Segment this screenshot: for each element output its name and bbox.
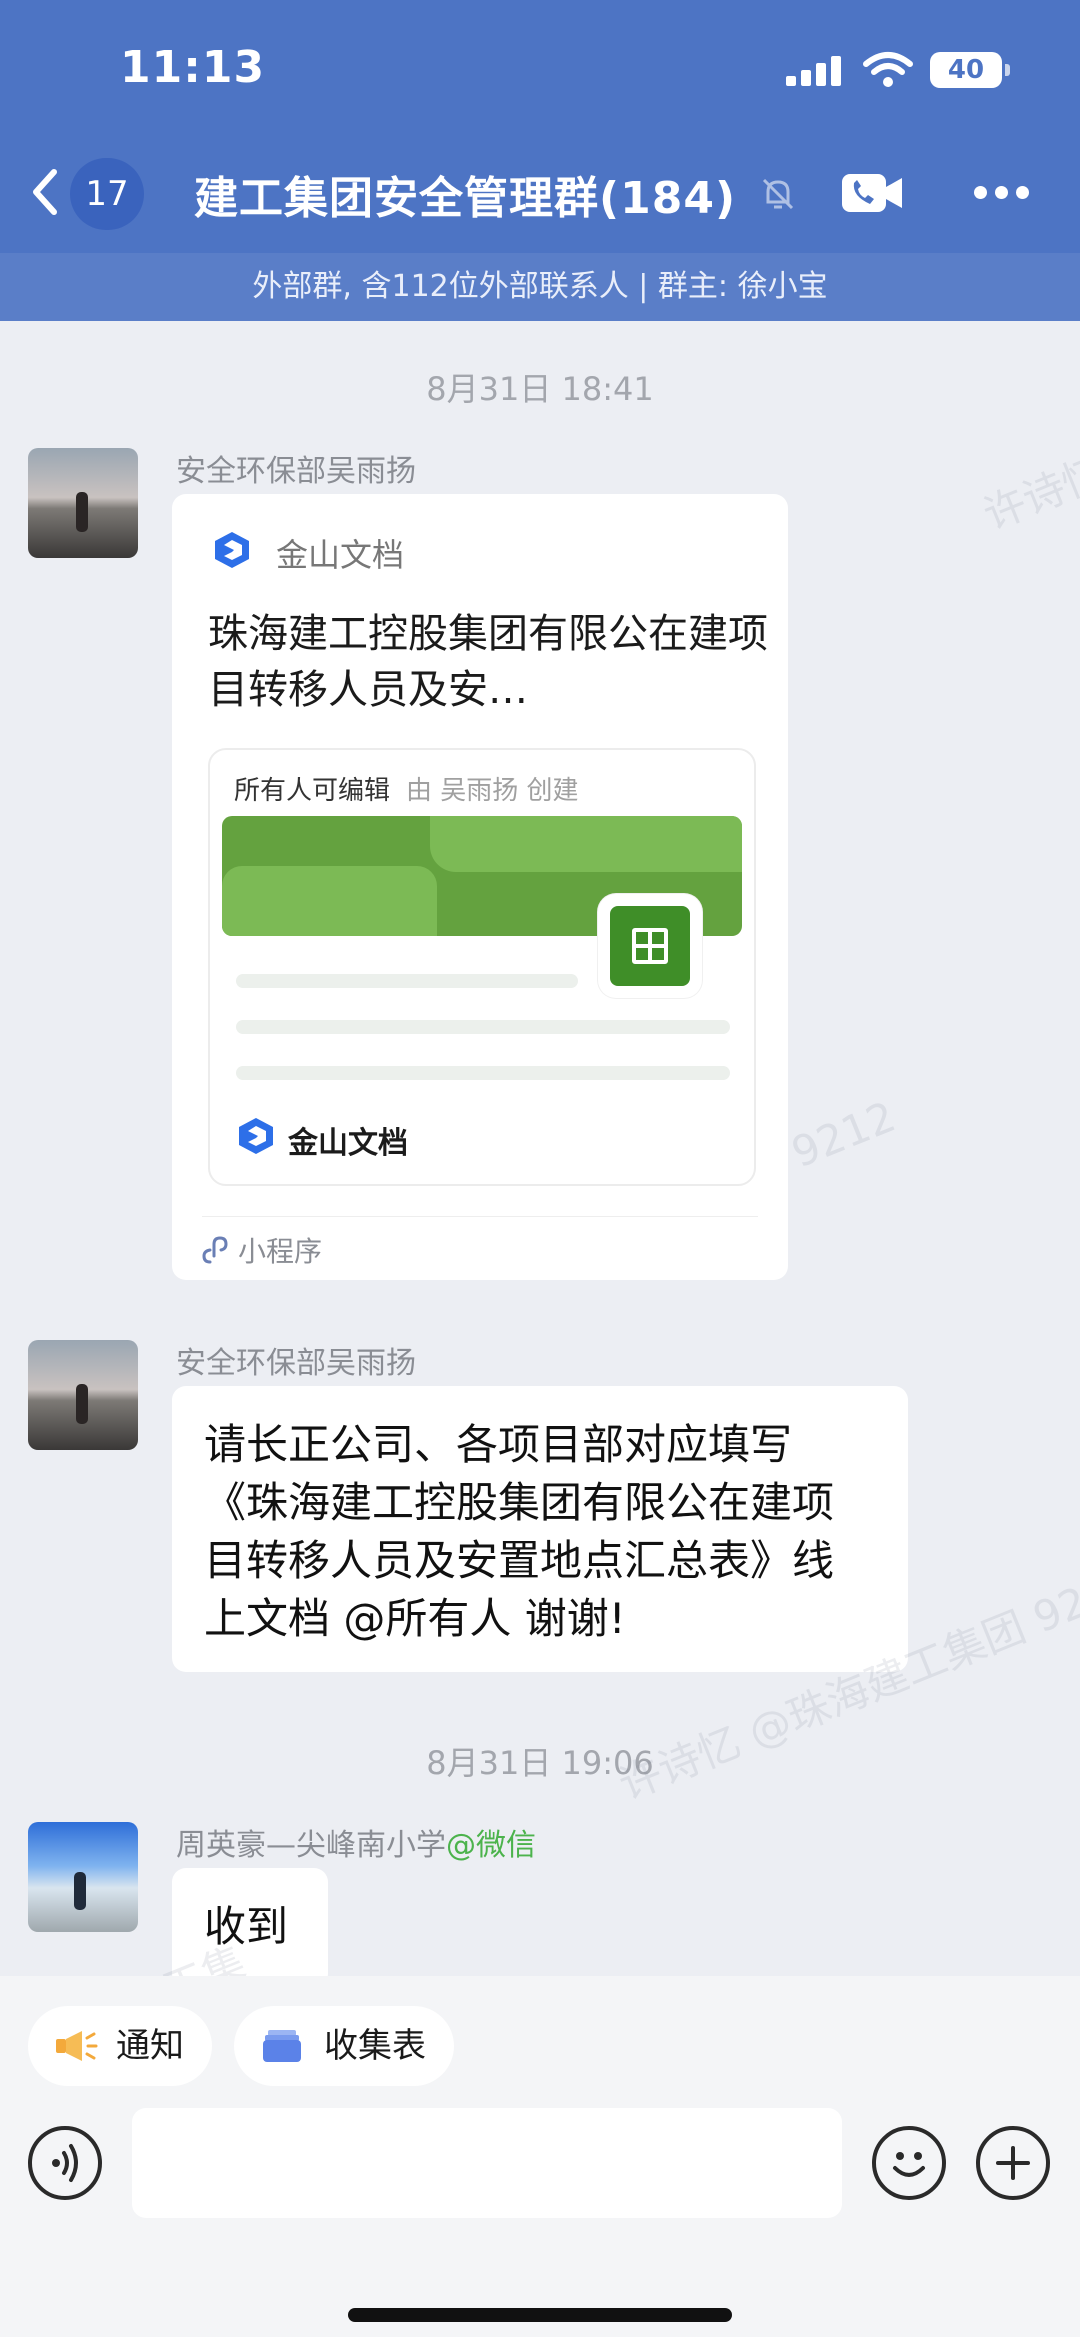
message-text: 收到: [204, 1902, 289, 1951]
more-options-icon[interactable]: [974, 186, 1030, 202]
group-title[interactable]: 建工集团安全管理群(184): [194, 162, 736, 226]
voice-video-call-icon[interactable]: [840, 170, 906, 216]
placeholder-line: [236, 974, 578, 988]
mini-program-icon: [202, 1236, 228, 1264]
home-indicator[interactable]: [348, 2308, 732, 2322]
sender-name: 周英豪—尖峰南小学@微信: [176, 1820, 536, 1864]
battery-icon: 40: [930, 52, 1010, 88]
notice-label: 通知: [116, 2026, 184, 2066]
cellular-signal-icon: [786, 56, 846, 86]
avatar[interactable]: [28, 448, 138, 558]
form-collect-icon: [263, 2030, 301, 2062]
doc-permission-row: 所有人可编辑由 吴雨扬 创建: [234, 770, 579, 807]
message-text: 请长正公司、各项目部对应填写《珠海建工控股集团有限公在建项目转移人员及安置地点汇…: [204, 1420, 835, 1643]
more-actions-button[interactable]: [976, 2126, 1050, 2200]
megaphone-icon: [56, 2031, 98, 2061]
wifi-icon: [863, 52, 913, 87]
kingsoft-docs-logo-icon: [215, 532, 249, 568]
mute-bell-icon: [762, 178, 794, 210]
sender-name: 安全环保部吴雨扬: [176, 454, 416, 489]
input-panel: 通知 收集表: [0, 1976, 1080, 2337]
doc-creator: 由 吴雨扬 创建: [406, 776, 579, 806]
unread-count-badge[interactable]: 17: [70, 158, 144, 230]
message-bubble[interactable]: 收到: [172, 1868, 328, 1988]
kingsoft-docs-logo-icon: [239, 1118, 273, 1154]
doc-title: 珠海建工控股集团有限公在建项目转移人员及安…: [208, 611, 768, 713]
message-bubble[interactable]: 请长正公司、各项目部对应填写《珠海建工控股集团有限公在建项目转移人员及安置地点汇…: [172, 1386, 908, 1672]
placeholder-line: [236, 1020, 730, 1034]
group-info-banner[interactable]: 外部群, 含112位外部联系人 | 群主: 徐小宝: [0, 253, 1080, 321]
doc-permission: 所有人可编辑: [234, 776, 391, 806]
spreadsheet-icon: [598, 894, 702, 998]
nav-bar: 17 建工集团安全管理群(184): [0, 140, 1080, 253]
status-time: 11:13: [120, 42, 266, 93]
timestamp: 8月31日 19:06: [426, 1744, 654, 1782]
card-app-name: 金山文档: [276, 536, 405, 574]
mini-program-label: 小程序: [238, 1235, 323, 1268]
doc-share-card[interactable]: 金山文档 珠海建工控股集团有限公在建项目转移人员及安… 所有人可编辑由 吴雨扬 …: [172, 494, 788, 1280]
avatar[interactable]: [28, 1822, 138, 1932]
watermark: 9212: [784, 1091, 903, 1178]
divider: [202, 1216, 758, 1217]
collect-form-label: 收集表: [324, 2026, 426, 2066]
sender-name: 安全环保部吴雨扬: [176, 1346, 416, 1381]
chat-header: 11:13 40 17 建工集团安全管理群(184): [0, 0, 1080, 253]
placeholder-line: [236, 1066, 730, 1080]
smiley-icon: [893, 2152, 925, 2177]
notice-button[interactable]: 通知: [28, 2006, 212, 2086]
wechat-tag: @微信: [446, 1828, 536, 1863]
sender-name-text: 周英豪—尖峰南小学: [176, 1828, 446, 1863]
avatar[interactable]: [28, 1340, 138, 1450]
timestamp: 8月31日 18:41: [426, 370, 654, 408]
voice-input-button[interactable]: [28, 2126, 102, 2200]
plus-icon: [996, 2146, 1030, 2180]
watermark: 许诗忆: [976, 446, 1080, 540]
message-input[interactable]: [132, 2108, 842, 2218]
status-bar: 11:13 40: [0, 0, 1080, 140]
back-chevron-icon[interactable]: [24, 162, 64, 222]
voice-wave-icon: [52, 2144, 78, 2182]
doc-preview: 所有人可编辑由 吴雨扬 创建 金山文档: [208, 748, 756, 1186]
collect-form-button[interactable]: 收集表: [234, 2006, 454, 2086]
emoji-button[interactable]: [872, 2126, 946, 2200]
doc-brand-name: 金山文档: [288, 1126, 408, 1161]
